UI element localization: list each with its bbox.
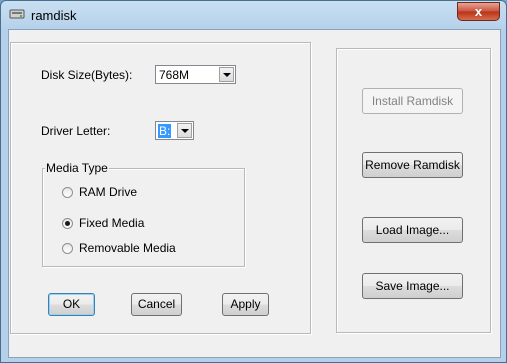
save-image-button[interactable]: Save Image... [362, 273, 463, 299]
cancel-button[interactable]: Cancel [131, 293, 182, 316]
disk-size-dropdown[interactable]: 768M [155, 65, 236, 84]
title-bar[interactable]: ramdisk x [1, 1, 506, 29]
disk-size-label: Disk Size(Bytes): [41, 68, 133, 82]
close-icon: x [474, 4, 483, 19]
radio-button[interactable] [62, 218, 73, 229]
driver-letter-value: B: [158, 124, 172, 138]
radio-label[interactable]: Removable Media [79, 241, 176, 255]
chevron-down-icon[interactable] [219, 67, 234, 82]
ok-button[interactable]: OK [48, 293, 95, 316]
driver-letter-label: Driver Letter: [41, 124, 111, 138]
chevron-down-icon[interactable] [177, 123, 192, 138]
remove-ramdisk-button[interactable]: Remove Ramdisk [362, 152, 463, 178]
media-type-title: Media Type [45, 161, 109, 175]
apply-button[interactable]: Apply [222, 293, 269, 316]
install-ramdisk-button[interactable]: Install Ramdisk [362, 88, 463, 114]
disk-icon [9, 9, 25, 19]
radio-button[interactable] [62, 187, 73, 198]
radio-label[interactable]: Fixed Media [79, 216, 144, 230]
radio-button[interactable] [62, 243, 73, 254]
ramdisk-window: ramdisk x Disk Size(Bytes): 768M Driver … [0, 0, 507, 363]
dialog-client-area: Disk Size(Bytes): 768M Driver Letter: B:… [8, 29, 501, 358]
disk-size-value: 768M [159, 68, 190, 82]
radio-label[interactable]: RAM Drive [79, 185, 137, 199]
close-button[interactable]: x [457, 2, 500, 21]
driver-letter-dropdown[interactable]: B: [155, 121, 194, 140]
window-title: ramdisk [31, 8, 77, 23]
load-image-button[interactable]: Load Image... [362, 217, 463, 243]
